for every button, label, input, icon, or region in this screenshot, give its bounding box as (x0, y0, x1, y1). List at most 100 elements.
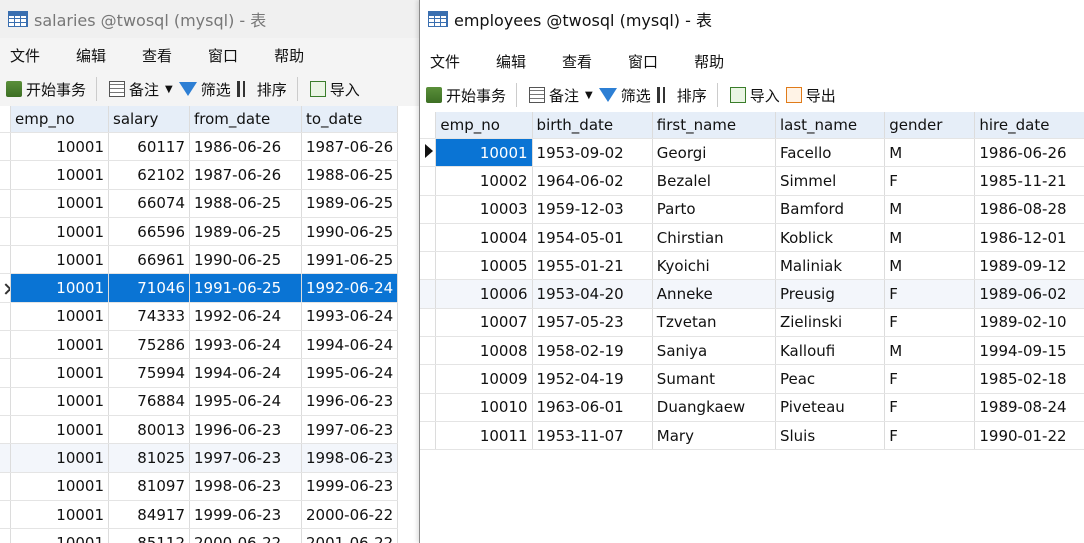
table-cell[interactable]: 1995-06-24 (301, 358, 399, 388)
menu-view[interactable]: 查看 (562, 51, 592, 72)
table-cell[interactable]: 85112 (108, 528, 190, 543)
table-cell[interactable]: 10008 (435, 336, 533, 366)
table-cell[interactable]: M (884, 336, 976, 366)
table-cell[interactable]: 1990-01-22 (974, 421, 1084, 451)
table-cell[interactable]: Tzvetan (652, 308, 776, 338)
table-cell[interactable]: 66961 (108, 245, 190, 275)
table-cell[interactable]: 10005 (435, 251, 533, 281)
table-row[interactable]: 10001 66961 1990-06-25 1991-06-25 (0, 245, 399, 275)
table-row[interactable]: 10001 66074 1988-06-25 1989-06-25 (0, 189, 399, 218)
table-cell[interactable]: 2000-06-22 (189, 528, 302, 543)
table-row[interactable]: 10001 71046 1991-06-25 1992-06-24 (0, 273, 399, 303)
row-indicator[interactable] (0, 443, 11, 473)
table-cell[interactable]: 1986-12-01 (974, 223, 1084, 253)
column-header-first-name[interactable]: first_name (652, 112, 776, 139)
employees-window[interactable]: employees @twosql (mysql) - 表 文件 编辑 查看 窗… (419, 0, 1084, 543)
table-cell[interactable]: 10001 (10, 273, 109, 303)
table-cell[interactable]: 10001 (10, 330, 109, 360)
table-cell[interactable]: 84917 (108, 500, 190, 530)
table-cell[interactable]: M (884, 138, 976, 168)
row-indicator[interactable] (0, 358, 11, 388)
table-cell[interactable]: Sluis (775, 421, 886, 451)
table-cell[interactable]: 1997-06-23 (301, 415, 399, 445)
table-cell[interactable]: Georgi (652, 138, 776, 168)
title-bar[interactable]: salaries @twosql (mysql) - 表 (0, 0, 419, 38)
table-cell[interactable]: 66596 (108, 217, 190, 247)
column-header-emp-no[interactable]: emp_no (435, 112, 533, 139)
table-cell[interactable]: M (884, 223, 976, 253)
table-cell[interactable]: 1986-06-26 (974, 138, 1084, 168)
row-indicator[interactable] (420, 393, 437, 422)
table-row[interactable]: 10010 1963-06-01 Duangkaew Piveteau F 1989-08… (420, 393, 1084, 422)
row-indicator[interactable] (0, 472, 11, 501)
row-indicator[interactable] (0, 330, 11, 360)
row-indicator[interactable] (420, 421, 437, 451)
table-cell[interactable]: 81025 (108, 443, 190, 473)
table-cell[interactable]: 1996-06-23 (189, 415, 302, 445)
table-cell[interactable]: 80013 (108, 415, 190, 445)
row-indicator[interactable] (0, 132, 11, 162)
table-cell[interactable]: Bezalel (652, 166, 776, 196)
table-cell[interactable]: Peac (775, 364, 886, 394)
employees-grid[interactable]: emp_no birth_date first_name last_name g… (420, 112, 1084, 543)
sort-button[interactable]: 排序 (236, 79, 287, 100)
table-cell[interactable]: 10001 (10, 302, 109, 332)
column-header-last-name[interactable]: last_name (775, 112, 886, 139)
table-cell[interactable]: 10001 (10, 443, 109, 473)
table-cell[interactable]: 1998-06-23 (189, 472, 302, 501)
table-row[interactable]: 10001 81025 1997-06-23 1998-06-23 (0, 443, 399, 473)
row-indicator[interactable] (0, 273, 11, 303)
menu-view[interactable]: 查看 (142, 45, 172, 66)
table-cell[interactable]: 1988-06-25 (301, 160, 399, 190)
table-cell[interactable]: 1987-06-26 (301, 132, 399, 162)
table-cell[interactable]: 1963-06-01 (532, 393, 653, 422)
table-cell[interactable]: 10007 (435, 308, 533, 338)
table-row[interactable]: 10003 1959-12-03 Parto Bamford M 1986-08-28 (420, 195, 1084, 224)
table-cell[interactable]: 75994 (108, 358, 190, 388)
table-cell[interactable]: Zielinski (775, 308, 886, 338)
table-row[interactable]: 10001 80013 1996-06-23 1997-06-23 (0, 415, 399, 445)
table-cell[interactable]: 1958-02-19 (532, 336, 653, 366)
table-cell[interactable]: 62102 (108, 160, 190, 190)
table-cell[interactable]: 1959-12-03 (532, 195, 653, 224)
table-cell[interactable]: 10001 (10, 415, 109, 445)
table-cell[interactable]: 1996-06-23 (301, 387, 399, 416)
column-header-salary[interactable]: salary (108, 106, 190, 133)
table-cell[interactable]: F (884, 308, 976, 338)
table-cell[interactable]: 10001 (10, 528, 109, 543)
column-header-emp-no[interactable]: emp_no (10, 106, 109, 133)
column-header-to-date[interactable]: to_date (301, 106, 399, 133)
menu-window[interactable]: 窗口 (208, 45, 238, 66)
memo-button[interactable]: 备注 ▼ (109, 79, 173, 100)
table-cell[interactable]: 71046 (108, 273, 190, 303)
table-row[interactable]: 10001 76884 1995-06-24 1996-06-23 (0, 387, 399, 416)
table-cell[interactable]: Koblick (775, 223, 886, 253)
table-cell[interactable]: Duangkaew (652, 393, 776, 422)
table-cell[interactable]: 1989-06-25 (189, 217, 302, 247)
row-indicator[interactable] (0, 217, 11, 247)
table-cell[interactable]: Sumant (652, 364, 776, 394)
table-cell[interactable]: 10001 (10, 472, 109, 501)
menu-edit[interactable]: 编辑 (76, 45, 106, 66)
table-cell[interactable]: Parto (652, 195, 776, 224)
table-cell[interactable]: Bamford (775, 195, 886, 224)
table-row[interactable]: 10001 74333 1992-06-24 1993-06-24 (0, 302, 399, 332)
table-cell[interactable]: 1989-09-12 (974, 251, 1084, 281)
table-cell[interactable]: 10001 (10, 217, 109, 247)
begin-transaction-button[interactable]: 开始事务 (426, 85, 506, 106)
table-cell[interactable]: 66074 (108, 189, 190, 218)
table-row[interactable]: 10001 60117 1986-06-26 1987-06-26 (0, 132, 399, 162)
export-button[interactable]: 导出 (785, 85, 836, 106)
import-button[interactable]: 导入 (309, 79, 360, 100)
row-indicator[interactable] (0, 415, 11, 445)
column-header-birth-date[interactable]: birth_date (532, 112, 653, 139)
table-cell[interactable]: 10009 (435, 364, 533, 394)
salaries-grid[interactable]: emp_no salary from_date to_date 10001 601… (0, 106, 419, 543)
table-row[interactable]: 10009 1952-04-19 Sumant Peac F 1985-02-18 (420, 364, 1084, 394)
table-cell[interactable]: Simmel (775, 166, 886, 196)
table-row[interactable]: 10001 1953-09-02 Georgi Facello M 1986-06-26 (420, 138, 1084, 168)
table-cell[interactable]: 2000-06-22 (301, 500, 399, 530)
table-row[interactable]: 10001 84917 1999-06-23 2000-06-22 (0, 500, 399, 530)
row-indicator[interactable] (0, 245, 11, 275)
row-indicator[interactable] (420, 364, 437, 394)
